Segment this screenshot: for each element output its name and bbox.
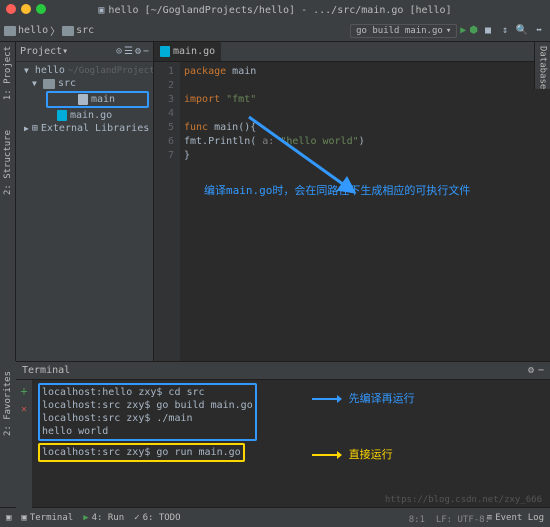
panel-title: Project bbox=[20, 46, 62, 57]
tree-ext-lib[interactable]: ▶ ⊞ External Libraries bbox=[16, 122, 153, 135]
hide-icon[interactable]: − bbox=[538, 365, 544, 376]
structure-tab[interactable]: 2: Structure bbox=[3, 130, 13, 195]
library-icon: ⊞ bbox=[32, 123, 38, 134]
annotation-callout-1: 编译main.go时，会在同路径下生成相应的可执行文件 bbox=[204, 182, 470, 198]
terminal-icon: ▣ bbox=[21, 513, 26, 523]
window-controls[interactable] bbox=[6, 4, 46, 14]
window-title: hello [~/GoglandProjects/hello] - .../sr… bbox=[108, 5, 451, 16]
maximize-window-icon[interactable] bbox=[36, 4, 46, 14]
folder-icon bbox=[43, 79, 55, 89]
go-file-icon bbox=[160, 46, 170, 57]
status-run[interactable]: ▶ 4: Run bbox=[83, 513, 124, 523]
stop-button[interactable]: ■ bbox=[481, 25, 495, 36]
annotation-box-compile: localhost:hello zxy$ cd src localhost:sr… bbox=[38, 383, 257, 441]
debug-button[interactable]: ⬢ bbox=[469, 25, 478, 36]
terminal-content[interactable]: localhost:hello zxy$ cd src localhost:sr… bbox=[32, 380, 550, 508]
terminal-toolbar: + ✕ bbox=[16, 380, 32, 508]
chevron-down-icon[interactable]: ▾ bbox=[62, 46, 68, 57]
title-bar: ▣ hello [~/GoglandProjects/hello] - .../… bbox=[0, 0, 550, 20]
hide-icon[interactable]: − bbox=[143, 46, 149, 57]
folder-icon bbox=[62, 26, 74, 36]
bottom-left-sidebar: 2: Favorites bbox=[0, 361, 16, 507]
tree-main-binary[interactable]: main bbox=[46, 91, 149, 108]
settings-icon[interactable]: ☰ bbox=[124, 46, 133, 57]
breadcrumb[interactable]: hello 〉 src bbox=[4, 23, 94, 38]
terminal-panel: Terminal ⚙ − + ✕ localhost:hello zxy$ cd… bbox=[16, 361, 550, 507]
todo-icon: ✓ bbox=[134, 513, 139, 523]
editor-tabs: main.go bbox=[154, 42, 550, 62]
terminal-title: Terminal bbox=[22, 365, 70, 376]
database-tab[interactable]: Database bbox=[538, 46, 548, 89]
close-window-icon[interactable] bbox=[6, 4, 16, 14]
status-corner-icon[interactable]: ▣ bbox=[6, 513, 11, 523]
terminal-header: Terminal ⚙ − bbox=[16, 362, 550, 380]
run-button[interactable]: ▶ bbox=[460, 25, 466, 36]
status-cursor-pos: 8:1 LF: UTF-8: bbox=[409, 515, 490, 525]
expand-icon[interactable]: ▼ bbox=[32, 79, 40, 88]
toolbar: hello 〉 src go build main.go ▾ ▶ ⬢ ■ ↕ 🔍… bbox=[0, 20, 550, 42]
minimize-window-icon[interactable] bbox=[21, 4, 31, 14]
chevron-icon: 〉 bbox=[50, 23, 60, 38]
toolbar-icon[interactable]: ↕ bbox=[498, 25, 512, 36]
line-gutter: 1 2 3 4 5 6 7 bbox=[154, 62, 180, 361]
tree-src[interactable]: ▼ src bbox=[16, 77, 153, 90]
file-icon bbox=[78, 94, 88, 105]
search-icon[interactable]: 🔍 bbox=[515, 25, 529, 36]
project-tab[interactable]: 1: Project bbox=[3, 46, 13, 100]
add-tab-icon[interactable]: + bbox=[20, 384, 27, 398]
status-terminal[interactable]: ▣ Terminal bbox=[21, 513, 73, 523]
status-todo[interactable]: ✓ 6: TODO bbox=[134, 513, 180, 523]
right-sidebar: Database bbox=[534, 42, 550, 89]
go-file-icon bbox=[57, 110, 67, 121]
annotation-label-1: 先编译再运行 bbox=[312, 392, 415, 405]
annotation-label-2: 直接运行 bbox=[312, 448, 393, 461]
project-panel: Project ▾ ⊙ ☰ ⚙ − ▼ hello ~/GoglandProje… bbox=[16, 42, 154, 361]
annotation-box-run: localhost:src zxy$ go run main.go bbox=[38, 443, 245, 462]
run-config-selector[interactable]: go build main.go ▾ bbox=[350, 24, 457, 38]
collapse-icon[interactable]: ⊙ bbox=[116, 46, 122, 57]
close-tab-icon[interactable]: ✕ bbox=[21, 404, 27, 415]
editor-area: main.go 1 2 3 4 5 6 7 package main impor… bbox=[154, 42, 550, 361]
tree-main-go[interactable]: main.go bbox=[16, 109, 153, 122]
app-icon: ▣ bbox=[98, 5, 104, 16]
gear-icon[interactable]: ⚙ bbox=[135, 46, 141, 57]
run-config-label: go build main.go bbox=[356, 26, 443, 36]
toolbar-icon[interactable]: ⬌ bbox=[532, 25, 546, 36]
editor-content[interactable]: 1 2 3 4 5 6 7 package main import "fmt" … bbox=[154, 62, 550, 361]
project-panel-header: Project ▾ ⊙ ☰ ⚙ − bbox=[16, 42, 153, 62]
status-event-log[interactable]: ≡ Event Log bbox=[487, 513, 544, 523]
code-area[interactable]: package main import "fmt" func main(){ f… bbox=[180, 62, 550, 361]
breadcrumb-2[interactable]: src bbox=[76, 25, 94, 36]
chevron-down-icon: ▾ bbox=[446, 26, 451, 36]
watermark: https://blog.csdn.net/zxy_666 bbox=[385, 495, 542, 505]
editor-tab-main-go[interactable]: main.go bbox=[154, 42, 221, 61]
play-icon: ▶ bbox=[83, 513, 88, 523]
expand-icon[interactable]: ▶ bbox=[24, 124, 29, 133]
left-sidebar: 1: Project 2: Structure bbox=[0, 42, 16, 361]
folder-icon bbox=[4, 26, 16, 36]
gear-icon[interactable]: ⚙ bbox=[528, 365, 534, 376]
favorites-tab[interactable]: 2: Favorites bbox=[3, 371, 13, 436]
tree-root[interactable]: ▼ hello ~/GoglandProjects/hel bbox=[16, 64, 153, 77]
expand-icon[interactable]: ▼ bbox=[24, 66, 29, 75]
project-tree: ▼ hello ~/GoglandProjects/hel ▼ src main… bbox=[16, 62, 153, 137]
breadcrumb-1[interactable]: hello bbox=[18, 25, 48, 36]
